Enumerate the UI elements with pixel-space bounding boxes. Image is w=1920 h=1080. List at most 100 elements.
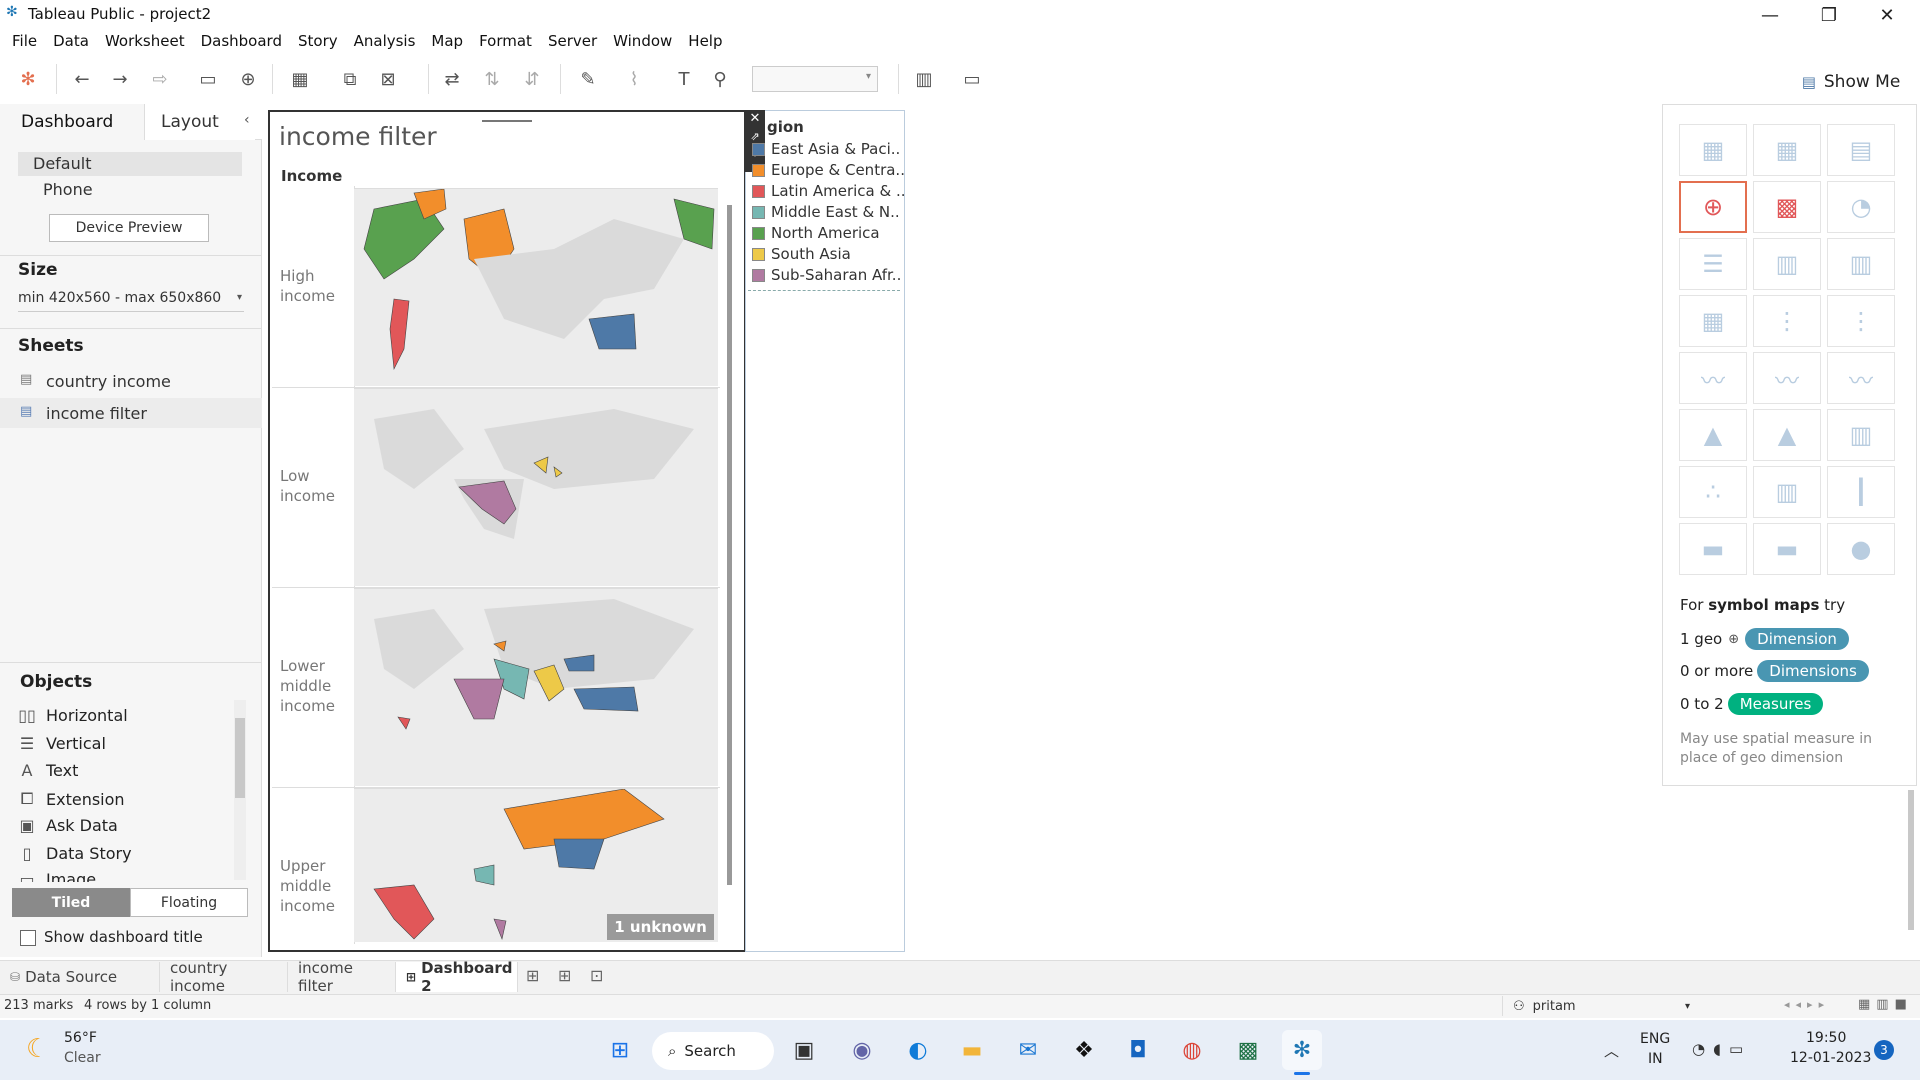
map-low-income[interactable]	[354, 388, 718, 586]
heat-map-chart[interactable]: ▦	[1753, 124, 1821, 176]
close-button[interactable]: ✕	[1864, 2, 1910, 28]
device-default[interactable]: Default	[33, 154, 91, 173]
show-title-checkbox[interactable]	[20, 930, 36, 946]
object-horizontal[interactable]: ▯▯ Horizontal	[18, 706, 128, 725]
fit-dropdown[interactable]: ▾	[752, 66, 878, 92]
weather-temp[interactable]: 56°F	[64, 1030, 97, 1046]
new-worksheet-icon[interactable]: ▦	[284, 64, 316, 94]
object-extension[interactable]: ⧠ Extension	[18, 789, 125, 809]
menu-help[interactable]: Help	[680, 28, 730, 54]
line-continuous-chart[interactable]: 〰	[1679, 352, 1747, 404]
vertical-scrollbar[interactable]	[727, 205, 732, 885]
clock-date[interactable]: 12-01-2023	[1790, 1050, 1871, 1066]
sheet-country-income[interactable]: country income	[46, 372, 171, 391]
text-table-chart[interactable]: ▦	[1679, 124, 1747, 176]
size-dropdown[interactable]: min 420x560 - max 650x860 ▾	[18, 288, 244, 312]
legend-item[interactable]: Sub-Saharan Afr..	[752, 266, 901, 284]
minimize-button[interactable]: —	[1747, 2, 1793, 28]
highlight-table-chart[interactable]: ▤	[1827, 124, 1895, 176]
drag-handle-icon[interactable]	[482, 112, 532, 122]
side-by-side-circle-chart[interactable]: ⋮	[1827, 295, 1895, 347]
view-mode-icons[interactable]: ▦▥■	[1858, 997, 1913, 1012]
scatter-plot-chart[interactable]: ∴	[1679, 466, 1747, 518]
redo-icon[interactable]: →	[104, 64, 136, 94]
symbol-map-chart[interactable]: ⊕	[1679, 181, 1747, 233]
filled-map-chart[interactable]: ▩	[1753, 181, 1821, 233]
area-discrete-chart[interactable]: ▲	[1753, 409, 1821, 461]
circle-view-chart[interactable]: ⋮	[1753, 295, 1821, 347]
app-icon[interactable]: ◘	[1118, 1030, 1158, 1070]
treemap-chart[interactable]: ▦	[1679, 295, 1747, 347]
pin-icon[interactable]: ⚲	[704, 64, 736, 94]
histogram-chart[interactable]: ▥	[1753, 466, 1821, 518]
map-high-income[interactable]	[354, 188, 718, 386]
chevron-up-icon[interactable]: ︿	[1604, 1040, 1619, 1061]
clear-sheet-icon[interactable]: ⊠	[372, 64, 404, 94]
new-story-tab-icon[interactable]: ⊡	[590, 966, 603, 985]
menu-window[interactable]: Window	[605, 28, 680, 54]
remove-icon[interactable]: ✕	[745, 110, 765, 128]
windows-start-icon[interactable]: ⊞	[600, 1030, 640, 1070]
legend-item[interactable]: Europe & Centra..	[752, 161, 905, 179]
tab-country-income[interactable]: country income	[160, 959, 288, 995]
file-explorer-icon[interactable]: ▬	[952, 1030, 992, 1070]
tab-data-source[interactable]: ⛁ Data Source	[0, 962, 160, 992]
task-view-icon[interactable]: ▣	[784, 1030, 824, 1070]
sort-descending-icon[interactable]: ⇵	[516, 64, 548, 94]
language-secondary[interactable]: IN	[1648, 1051, 1663, 1067]
area-continuous-chart[interactable]: ▲	[1679, 409, 1747, 461]
notification-badge[interactable]: 3	[1874, 1040, 1894, 1060]
horizontal-bar-chart[interactable]: ☰	[1679, 238, 1747, 290]
collapse-pane-icon[interactable]: ‹	[244, 112, 250, 128]
presentation-mode-icon[interactable]: ▭	[956, 64, 988, 94]
pie-chart[interactable]: ◔	[1827, 181, 1895, 233]
excel-icon[interactable]: ▩	[1228, 1030, 1268, 1070]
menu-format[interactable]: Format	[471, 28, 540, 54]
tab-income-filter[interactable]: income filter	[288, 959, 396, 995]
menu-dashboard[interactable]: Dashboard	[193, 28, 290, 54]
undo-icon[interactable]: ←	[66, 64, 98, 94]
menu-data[interactable]: Data	[45, 28, 97, 54]
replay-icon[interactable]: ⇨	[144, 64, 176, 94]
object-text[interactable]: A Text	[18, 761, 79, 780]
mail-icon[interactable]: ✉	[1008, 1030, 1048, 1070]
user-dropdown[interactable]: ⚇ pritam ▾	[1502, 996, 1690, 1016]
clock-time[interactable]: 19:50	[1806, 1030, 1846, 1046]
tableau-home-icon[interactable]: ✻	[12, 64, 44, 94]
map-lower-middle-income[interactable]	[354, 588, 718, 786]
tab-dashboard[interactable]: Dashboard	[0, 104, 145, 140]
chrome-icon[interactable]: ◍	[1172, 1030, 1212, 1070]
menu-worksheet[interactable]: Worksheet	[97, 28, 193, 54]
device-preview-button[interactable]: Device Preview	[49, 214, 209, 242]
show-me-button[interactable]: ▤ Show Me	[1786, 62, 1916, 102]
new-worksheet-tab-icon[interactable]: ⊞	[526, 966, 539, 985]
sort-ascending-icon[interactable]: ⇅	[476, 64, 508, 94]
chat-icon[interactable]: ◉	[842, 1030, 882, 1070]
object-ask-data[interactable]: ▣ Ask Data	[18, 816, 117, 835]
new-data-source-icon[interactable]: ⊕	[232, 64, 264, 94]
language-primary[interactable]: ENG	[1640, 1031, 1670, 1047]
unknown-indicator-badge[interactable]: 1 unknown	[607, 914, 714, 940]
object-data-story[interactable]: ▯ Data Story	[18, 844, 132, 863]
legend-item[interactable]: South Asia	[752, 245, 851, 263]
page-scrollbar[interactable]	[1908, 790, 1914, 930]
device-phone[interactable]: Phone	[43, 180, 93, 199]
objects-scrollbar[interactable]	[234, 700, 246, 880]
line-discrete-chart[interactable]: 〰	[1753, 352, 1821, 404]
legend-item[interactable]: Latin America & ..	[752, 182, 906, 200]
tiled-button[interactable]: Tiled	[12, 888, 130, 917]
menu-server[interactable]: Server	[540, 28, 605, 54]
tab-layout[interactable]: Layout	[145, 104, 255, 140]
legend-item[interactable]: Middle East & N..	[752, 203, 900, 221]
highlight-icon[interactable]: ✎	[572, 64, 604, 94]
system-tray-icons[interactable]: ◔◖▭	[1692, 1040, 1751, 1058]
tableau-taskbar-icon[interactable]: ✻	[1282, 1030, 1322, 1070]
stacked-bar-chart[interactable]: ▥	[1753, 238, 1821, 290]
side-by-side-bar-chart[interactable]: ▥	[1827, 238, 1895, 290]
dual-combination-chart[interactable]: ▥	[1827, 409, 1895, 461]
dual-line-chart[interactable]: 〰	[1827, 352, 1895, 404]
new-dashboard-tab-icon[interactable]: ⊞	[558, 966, 571, 985]
menu-file[interactable]: File	[4, 28, 45, 54]
menu-map[interactable]: Map	[423, 28, 471, 54]
object-image[interactable]: ▭ Image	[18, 870, 218, 882]
